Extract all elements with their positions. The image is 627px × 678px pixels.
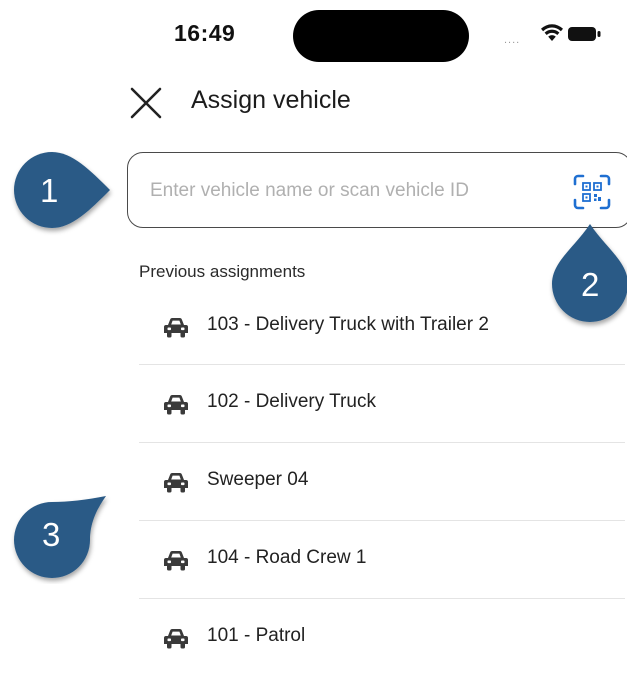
vehicle-name: 101 - Patrol [207, 625, 306, 646]
previous-assignments-list: 103 - Delivery Truck with Trailer 2 102 … [139, 288, 625, 676]
callout-marker-1 [14, 152, 110, 228]
signal-icon: .... [504, 34, 521, 46]
vehicle-search-input[interactable] [148, 175, 552, 207]
close-icon[interactable] [129, 86, 163, 120]
car-icon [164, 395, 188, 415]
scan-vehicle-button[interactable] [572, 173, 612, 211]
vehicle-list-item[interactable]: 101 - Patrol [139, 598, 625, 676]
car-icon [164, 318, 188, 338]
previous-assignments-label: Previous assignments [139, 262, 306, 281]
callout-number-3: 3 [42, 516, 61, 553]
car-icon [164, 473, 188, 493]
car-icon [164, 551, 188, 571]
status-icons: .... [504, 24, 604, 46]
battery-icon [568, 27, 601, 41]
dynamic-island [293, 10, 469, 62]
callout-number-2: 2 [581, 266, 600, 303]
vehicle-name: 104 - Road Crew 1 [207, 547, 367, 568]
page-title: Assign vehicle [191, 86, 351, 114]
qr-scan-icon [573, 174, 611, 210]
vehicle-search-box[interactable] [127, 152, 627, 228]
wifi-icon [541, 24, 563, 41]
vehicle-name: 103 - Delivery Truck with Trailer 2 [207, 314, 489, 335]
vehicle-list-item[interactable]: 104 - Road Crew 1 [139, 520, 625, 598]
car-icon [164, 629, 188, 649]
vehicle-list-item[interactable]: 102 - Delivery Truck [139, 364, 625, 442]
callout-number-1: 1 [40, 172, 59, 209]
vehicle-name: Sweeper 04 [207, 469, 309, 490]
status-time: 16:49 [174, 20, 236, 46]
vehicle-name: 102 - Delivery Truck [207, 391, 376, 412]
vehicle-list-item[interactable]: Sweeper 04 [139, 442, 625, 520]
